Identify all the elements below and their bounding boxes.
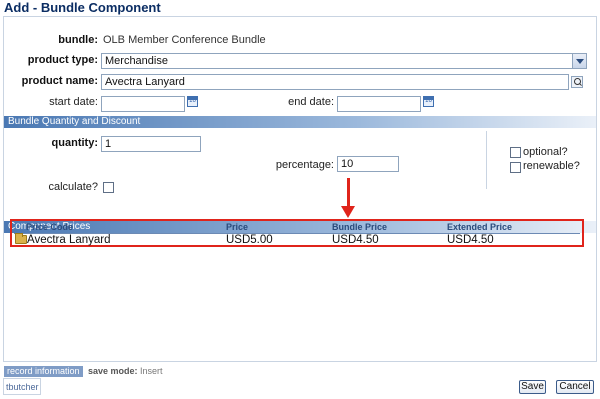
search-icon[interactable] xyxy=(571,76,583,88)
end-date-input[interactable] xyxy=(337,96,421,112)
percentage-label: percentage: xyxy=(275,159,334,171)
record-information-tab[interactable]: record information xyxy=(4,366,83,377)
start-date-label: start date: xyxy=(49,96,98,108)
end-date-label: end date: xyxy=(288,96,334,108)
renewable-checkbox[interactable] xyxy=(510,162,521,173)
calendar-icon[interactable]: 16 xyxy=(423,96,434,107)
page-title: Add - Bundle Component xyxy=(4,0,161,15)
product-name-label: product name: xyxy=(21,75,98,87)
annotation-arrow-head xyxy=(341,206,355,218)
quantity-input[interactable]: 1 xyxy=(101,136,201,152)
optional-label: optional? xyxy=(523,146,568,158)
folder-icon[interactable] xyxy=(15,233,27,244)
calculate-checkbox[interactable] xyxy=(103,182,114,193)
column-header-extended-price[interactable]: Extended Price xyxy=(447,222,512,232)
bundle-component-form: bundle: OLB Member Conference Bundle pro… xyxy=(3,16,597,362)
divider xyxy=(486,131,487,189)
cell-extended-price: USD4.50 xyxy=(447,234,494,246)
save-mode-text: save mode: Insert xyxy=(88,366,163,376)
product-name-input[interactable]: Avectra Lanyard xyxy=(101,74,569,90)
cancel-button[interactable]: Cancel xyxy=(556,380,594,394)
optional-checkbox[interactable] xyxy=(510,147,521,158)
bundle-value: OLB Member Conference Bundle xyxy=(103,34,266,46)
save-mode-value: Insert xyxy=(140,366,163,376)
column-header-bundle-price[interactable]: Bundle Price xyxy=(332,222,387,232)
column-header-price-code[interactable]: Price Code xyxy=(26,222,73,232)
renewable-label: renewable? xyxy=(523,160,580,172)
product-type-select[interactable]: Merchandise xyxy=(101,53,587,69)
product-type-label: product type: xyxy=(27,54,98,66)
record-user: tbutcher xyxy=(3,378,41,395)
quantity-label: quantity: xyxy=(51,137,98,149)
column-header-price[interactable]: Price xyxy=(226,222,248,232)
calculate-label: calculate? xyxy=(48,181,98,193)
save-mode-label: save mode: xyxy=(88,366,138,376)
percentage-input[interactable]: 10 xyxy=(337,156,399,172)
chevron-down-icon[interactable] xyxy=(572,54,586,68)
start-date-input[interactable] xyxy=(101,96,185,112)
save-button[interactable]: Save xyxy=(519,380,546,394)
component-prices-grid: Price Code Price Bundle Price Extended P… xyxy=(10,219,584,247)
product-type-selected-value: Merchandise xyxy=(105,55,168,67)
cell-price: USD5.00 xyxy=(226,234,273,246)
annotation-arrow xyxy=(347,178,350,208)
cell-bundle-price: USD4.50 xyxy=(332,234,379,246)
cell-price-code: Avectra Lanyard xyxy=(27,234,111,246)
calendar-icon[interactable]: 16 xyxy=(187,96,198,107)
section-header-quantity: Bundle Quantity and Discount xyxy=(4,116,596,128)
bundle-label: bundle: xyxy=(58,34,98,46)
